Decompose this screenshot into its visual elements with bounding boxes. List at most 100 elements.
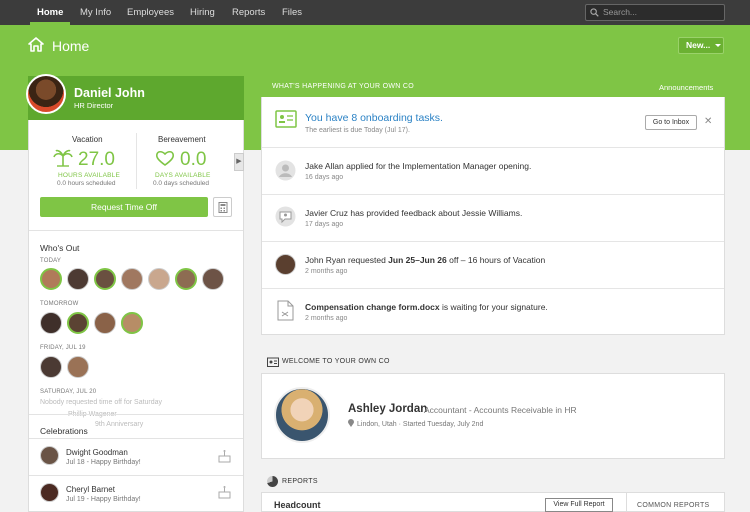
avatar[interactable] <box>175 268 197 290</box>
new-employee-name[interactable]: Ashley Jordan <box>348 403 427 415</box>
feed-item-time: 16 days ago <box>305 174 344 181</box>
user-role: HR Director <box>74 101 114 110</box>
vacation-scheduled: 0.0 hours scheduled <box>57 180 116 187</box>
onboarding-tasks-link[interactable]: You have 8 onboarding tasks. <box>305 112 443 124</box>
feed-item-time: 17 days ago <box>305 221 344 228</box>
welcome-card <box>261 373 725 459</box>
palm-tree-icon <box>53 149 73 167</box>
feedback-icon <box>275 206 296 227</box>
avatar[interactable] <box>40 446 59 465</box>
avatar[interactable] <box>67 312 89 334</box>
cake-icon <box>218 486 231 499</box>
user-name[interactable]: Daniel John <box>74 86 145 100</box>
avatar[interactable] <box>40 483 59 502</box>
view-full-report-button[interactable]: View Full Report <box>545 498 613 512</box>
calculator-button[interactable] <box>213 197 232 217</box>
balance-divider <box>136 133 137 189</box>
avatar[interactable] <box>67 356 89 378</box>
divider <box>29 475 243 476</box>
vacation-label: Vacation <box>72 135 103 144</box>
reports-title: REPORTS <box>282 478 318 485</box>
new-employee-location: Lindon, Utah · Started Tuesday, July 2nd <box>348 419 483 428</box>
tab-my-info[interactable]: My Info <box>80 0 111 25</box>
celebration-detail: Jul 18 - Happy Birthday! <box>66 459 141 466</box>
search-icon <box>590 8 599 17</box>
top-nav: Home My Info Employees Hiring Reports Fi… <box>0 0 750 25</box>
celebration-name[interactable]: Dwight Goodman <box>66 448 128 457</box>
page-title: Home <box>52 38 90 54</box>
tab-reports[interactable]: Reports <box>232 0 265 25</box>
person-icon <box>275 160 296 181</box>
search-input[interactable]: Search... <box>585 4 725 21</box>
avatar[interactable] <box>40 268 62 290</box>
new-button-label: New... <box>686 40 711 50</box>
avatar[interactable] <box>40 356 62 378</box>
day-saturday: SATURDAY, JUL 20 <box>40 389 97 395</box>
feed-text-bold: Jun 25–Jun 26 <box>388 255 447 265</box>
avatar[interactable] <box>94 312 116 334</box>
feed-item-text: John Ryan requested Jun 25–Jun 26 off – … <box>305 255 545 265</box>
day-friday: FRIDAY, JUL 19 <box>40 345 86 351</box>
feed-item-text: Compensation change form.docx is waiting… <box>305 302 548 312</box>
new-employee-location-text: Lindon, Utah · Started Tuesday, July 2nd <box>357 421 484 428</box>
new-employee-title: Accountant - Accounts Receivable in HR <box>424 405 577 415</box>
heart-hand-icon <box>155 150 175 166</box>
faded-detail: 9th Anniversary <box>95 421 144 428</box>
feed-item-text: Jake Allan applied for the Implementatio… <box>305 161 532 171</box>
vacation-value: 27.0 <box>78 149 115 170</box>
bereavement-scheduled: 0.0 days scheduled <box>153 180 210 187</box>
search-placeholder: Search... <box>603 7 638 17</box>
divider <box>29 438 243 439</box>
go-to-inbox-button[interactable]: Go to Inbox <box>645 115 697 130</box>
avatar[interactable] <box>275 254 296 275</box>
headcount-title: Headcount <box>274 500 321 510</box>
bereavement-unit: DAYS AVAILABLE <box>155 172 211 179</box>
tab-employees[interactable]: Employees <box>127 0 174 25</box>
pie-chart-icon <box>267 476 278 487</box>
avatar[interactable] <box>274 387 330 443</box>
avatar[interactable] <box>148 268 170 290</box>
feed-item-time: 2 months ago <box>305 268 348 275</box>
common-reports-title: COMMON REPORTS <box>626 493 725 512</box>
whos-out-title: Who's Out <box>40 243 80 253</box>
avatar[interactable] <box>67 268 89 290</box>
day-today: TODAY <box>40 258 62 264</box>
avatar[interactable] <box>121 312 143 334</box>
feed-text-part: is waiting for your signature. <box>439 302 548 312</box>
avatar[interactable] <box>202 268 224 290</box>
chevron-right-icon[interactable]: ▶ <box>234 153 244 171</box>
celebration-name[interactable]: Cheryl Barnet <box>66 485 115 494</box>
vacation-unit: HOURS AVAILABLE <box>58 172 121 179</box>
id-card-icon <box>275 110 297 128</box>
request-time-off-label: Request Time Off <box>91 202 157 212</box>
feed-title: WHAT'S HAPPENING AT YOUR OWN CO <box>272 83 414 90</box>
avatar[interactable] <box>121 268 143 290</box>
divider <box>262 147 724 148</box>
request-time-off-button[interactable]: Request Time Off <box>40 197 208 217</box>
day-tomorrow: TOMORROW <box>40 301 79 307</box>
document-link[interactable]: Compensation change form.docx <box>305 302 440 312</box>
welcome-title: WELCOME TO YOUR OWN CO <box>282 358 390 365</box>
divider <box>262 194 724 195</box>
avatar[interactable] <box>94 268 116 290</box>
avatar[interactable] <box>40 312 62 334</box>
divider <box>262 241 724 242</box>
calculator-icon <box>218 202 228 213</box>
tab-files[interactable]: Files <box>282 0 302 25</box>
divider <box>262 288 724 289</box>
feed-text-part: John Ryan requested <box>305 255 389 265</box>
cake-icon <box>218 450 231 463</box>
bereavement-label: Bereavement <box>158 135 206 144</box>
announcements-link[interactable]: Announcements <box>659 83 713 92</box>
avatar[interactable] <box>26 74 66 114</box>
document-icon <box>277 300 294 321</box>
feed-item-time: 2 months ago <box>305 315 348 322</box>
saturday-note: Nobody requested time off for Saturday <box>40 399 163 406</box>
divider <box>29 230 243 231</box>
divider <box>29 414 243 415</box>
close-icon[interactable]: ✕ <box>704 116 712 127</box>
bereavement-value: 0.0 <box>180 149 207 170</box>
tab-hiring[interactable]: Hiring <box>190 0 215 25</box>
new-button[interactable]: New... <box>678 37 724 54</box>
chevron-down-icon <box>715 44 722 48</box>
